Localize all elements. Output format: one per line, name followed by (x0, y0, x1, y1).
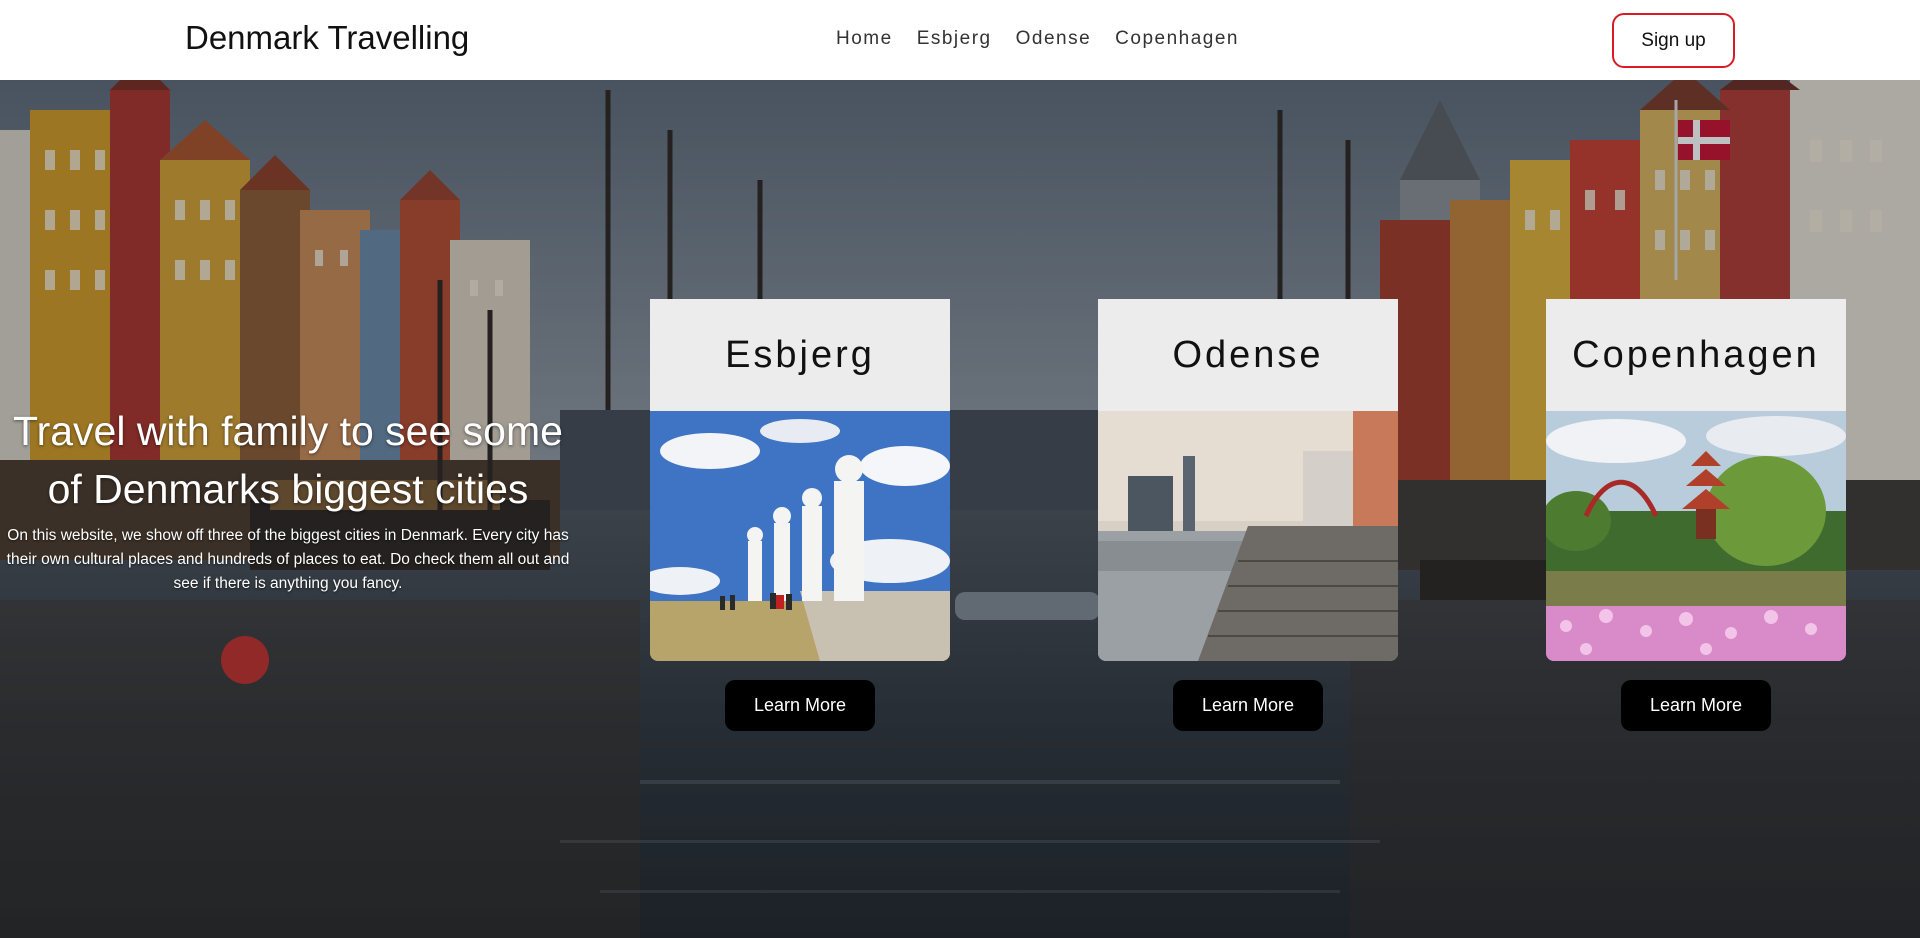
nav-odense[interactable]: Odense (1016, 28, 1092, 50)
city-card-copenhagen: Copenhagen Learn More (1546, 299, 1846, 731)
hero-description-line-1: On this website, we show off three of th… (7, 527, 569, 544)
main-nav: Home Esbjerg Odense Copenhagen (836, 28, 1239, 50)
hero-heading-line-2: of Denmarks biggest cities (47, 466, 529, 512)
nav-esbjerg[interactable]: Esbjerg (917, 28, 992, 50)
card-title: Copenhagen (1546, 299, 1846, 411)
card-title: Odense (1098, 299, 1398, 411)
hero-description-line-2: their own cultural places and hundreds o… (6, 551, 570, 568)
site-header: Denmark Travelling Home Esbjerg Odense C… (0, 0, 1920, 80)
hero-heading-line-1: Travel with family to see some (13, 408, 563, 454)
card-title: Esbjerg (650, 299, 950, 411)
hero-section: Travel with family to see some of Denmar… (0, 80, 1920, 938)
nav-home[interactable]: Home (836, 28, 893, 50)
learn-more-button[interactable]: Learn More (1621, 680, 1771, 731)
hero-intro: Travel with family to see some of Denmar… (0, 402, 576, 596)
hero-heading: Travel with family to see some of Denmar… (0, 402, 576, 518)
learn-more-button[interactable]: Learn More (1173, 680, 1323, 731)
learn-more-button[interactable]: Learn More (725, 680, 875, 731)
hero-description: On this website, we show off three of th… (0, 524, 576, 596)
odense-photo (1098, 411, 1398, 661)
city-card-odense: Odense Learn More (1098, 299, 1398, 731)
nav-copenhagen[interactable]: Copenhagen (1115, 28, 1239, 50)
copenhagen-photo (1546, 411, 1846, 661)
esbjerg-photo (650, 411, 950, 661)
hero-description-line-3: see if there is anything you fancy. (173, 575, 403, 592)
signup-button[interactable]: Sign up (1612, 13, 1735, 68)
city-card-esbjerg: Esbjerg Learn More (650, 299, 950, 731)
site-brand[interactable]: Denmark Travelling (185, 19, 469, 57)
